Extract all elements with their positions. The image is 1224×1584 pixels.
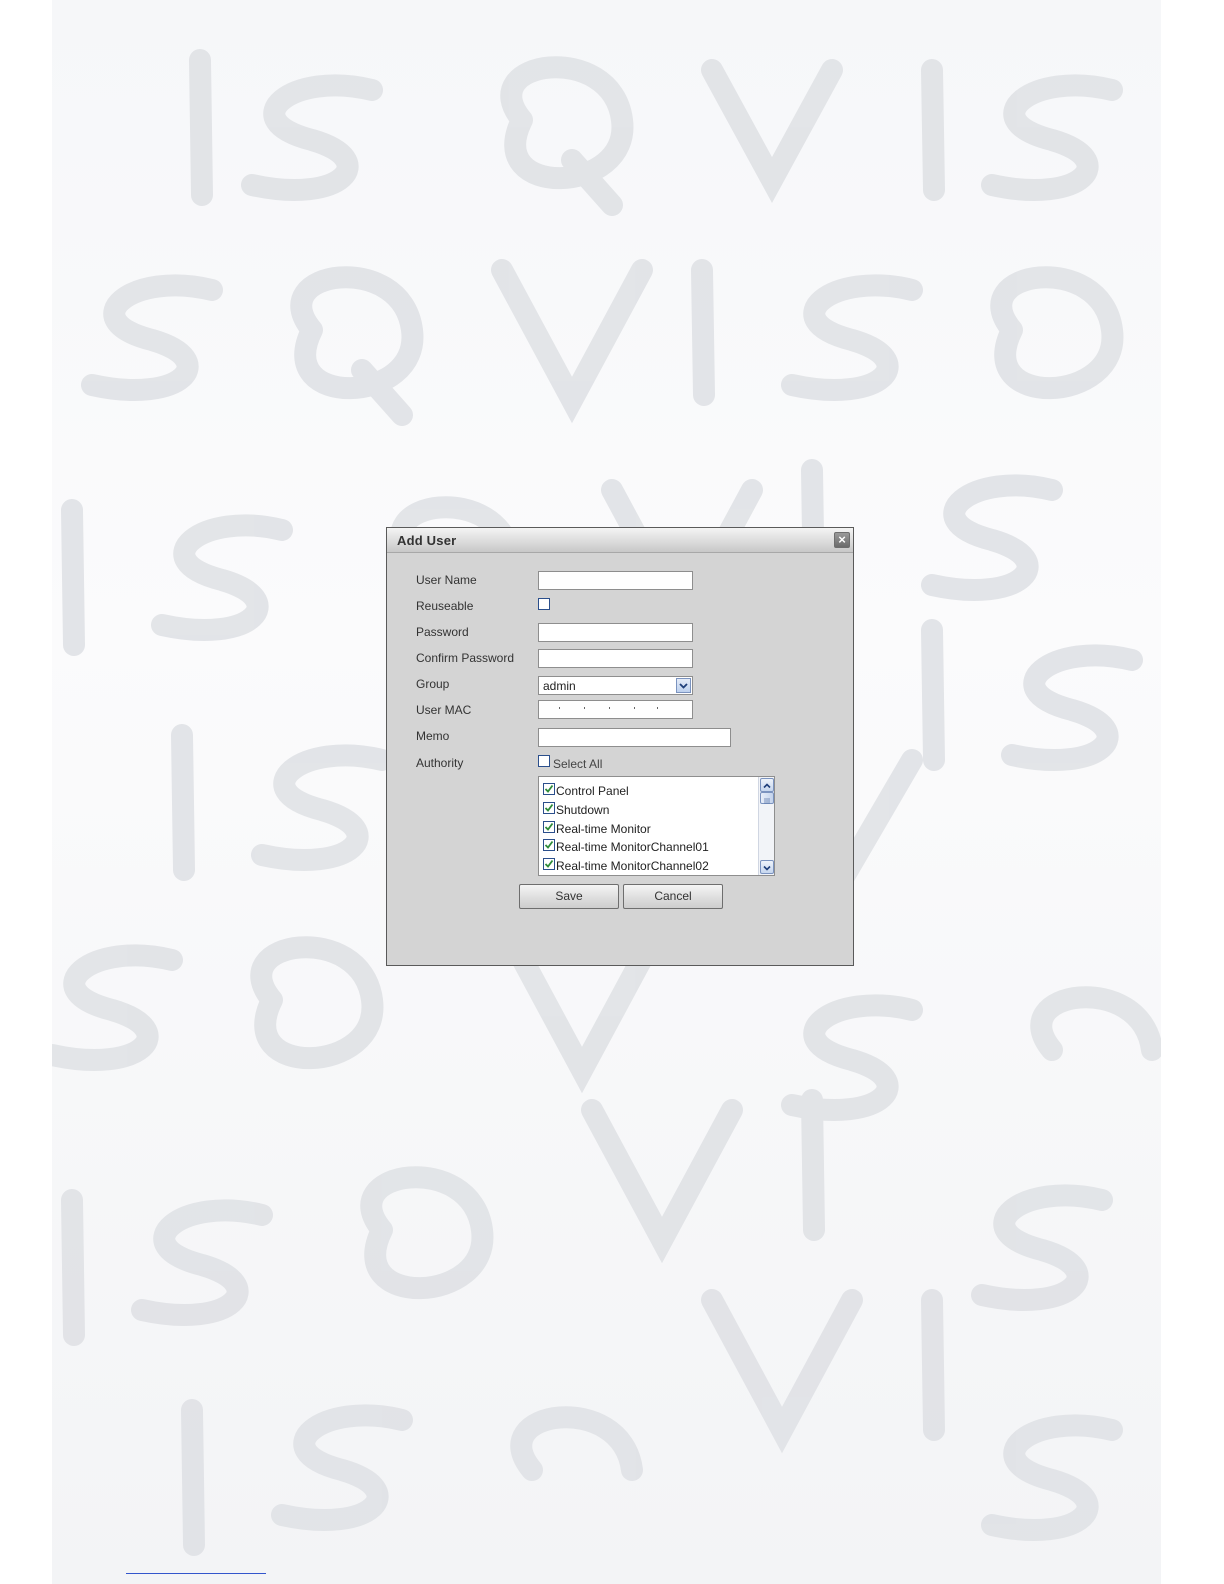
dialog-titlebar[interactable]: Add User × xyxy=(387,528,853,553)
password-label: Password xyxy=(416,625,469,639)
authority-item-label: Shutdown xyxy=(556,803,610,817)
list-item[interactable]: Real-time MonitorChannel02 xyxy=(543,857,753,875)
authority-item-label: Real-time MonitorChannel01 xyxy=(556,840,709,854)
list-item[interactable]: Control Panel xyxy=(543,782,753,800)
dialog-title: Add User xyxy=(397,533,457,548)
list-item[interactable]: Real-time Monitor xyxy=(543,820,753,838)
authority-item-label: Real-time MonitorChannel02 xyxy=(556,859,709,873)
checkbox-checked-icon[interactable] xyxy=(543,839,555,851)
checkbox-checked-icon[interactable] xyxy=(543,821,555,833)
confirm-password-input[interactable] xyxy=(538,649,693,668)
authority-item-label: Real-time Monitor xyxy=(556,822,651,836)
mac-separator-dots xyxy=(539,707,692,711)
group-label: Group xyxy=(416,677,450,691)
select-all-checkbox[interactable] xyxy=(538,755,550,767)
authority-list[interactable]: Control Panel Shutdown Real-time Monitor… xyxy=(538,776,775,876)
authority-label: Authority xyxy=(416,756,464,770)
group-select-value: admin xyxy=(543,679,576,693)
reuseable-checkbox[interactable] xyxy=(538,598,550,610)
select-all-label: Select All xyxy=(553,757,603,771)
user-name-input[interactable] xyxy=(538,571,693,590)
user-name-label: User Name xyxy=(416,573,477,587)
user-mac-label: User MAC xyxy=(416,703,472,717)
chevron-down-icon[interactable] xyxy=(676,678,691,693)
checkbox-checked-icon[interactable] xyxy=(543,802,555,814)
close-icon[interactable]: × xyxy=(834,532,850,548)
confirm-password-label: Confirm Password xyxy=(416,651,515,665)
scroll-up-icon[interactable] xyxy=(760,778,774,792)
scroll-thumb[interactable] xyxy=(760,792,774,804)
checkbox-checked-icon[interactable] xyxy=(543,858,555,870)
scroll-down-icon[interactable] xyxy=(760,860,774,874)
footer-link-underline xyxy=(126,1573,266,1574)
list-item[interactable]: Real-time MonitorChannel01 xyxy=(543,838,753,856)
user-mac-input[interactable] xyxy=(538,700,693,719)
group-select[interactable]: admin xyxy=(538,676,693,695)
add-user-dialog: Add User × User Name Reuseable Password … xyxy=(386,527,854,966)
authority-item-label: Control Panel xyxy=(556,784,629,798)
save-button[interactable]: Save xyxy=(519,884,619,909)
checkbox-checked-icon[interactable] xyxy=(543,783,555,795)
list-item[interactable]: Shutdown xyxy=(543,801,753,819)
memo-label: Memo xyxy=(416,729,450,743)
password-input[interactable] xyxy=(538,623,693,642)
memo-input[interactable] xyxy=(538,728,731,747)
authority-list-scrollbar[interactable] xyxy=(758,777,774,875)
cancel-button[interactable]: Cancel xyxy=(623,884,723,909)
reuseable-label: Reuseable xyxy=(416,599,474,613)
